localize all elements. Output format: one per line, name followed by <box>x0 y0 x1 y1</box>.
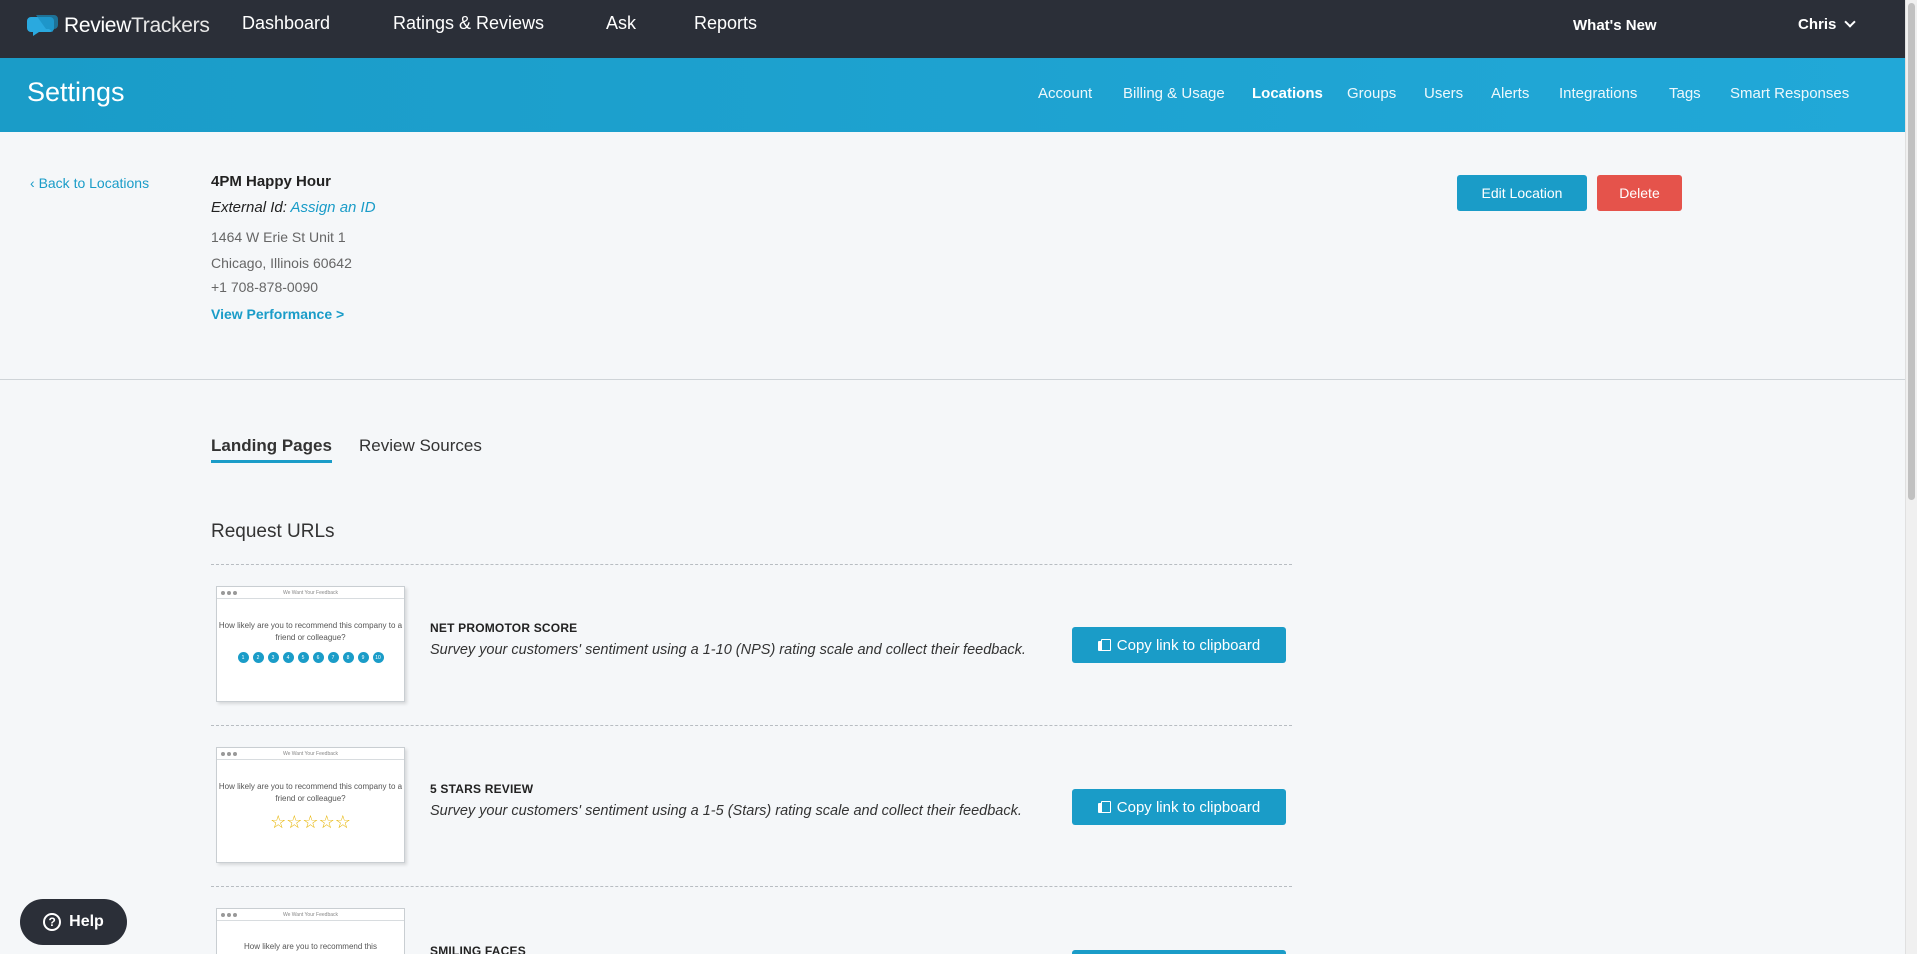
tab-users[interactable]: Users <box>1424 85 1463 102</box>
copy-link-button[interactable]: Copy link to clipboard <box>1072 789 1286 825</box>
tab-landing-pages[interactable]: Landing Pages <box>211 436 332 463</box>
thumb-window-bar: We Want Your Feedback <box>217 748 404 760</box>
copy-link-label: Copy link to clipboard <box>1116 798 1261 816</box>
copy-link-label: Copy link to clipboard <box>1116 636 1261 654</box>
phone-number: +1 708-878-0090 <box>211 279 319 295</box>
smiling-faces-preview-thumbnail: We Want Your Feedback How likely are you… <box>216 908 405 954</box>
assign-id-link[interactable]: Assign an ID <box>291 199 376 216</box>
scrollbar-thumb[interactable] <box>1908 3 1915 500</box>
tab-locations[interactable]: Locations <box>1252 85 1323 102</box>
scrollbar[interactable] <box>1905 0 1917 954</box>
card-description: Survey your customers' sentiment using a… <box>430 803 1022 819</box>
speech-bubble-logo-icon <box>27 15 58 36</box>
nps-preview-thumbnail: We Want Your Feedback How likely are you… <box>216 586 405 702</box>
tab-landing-pages-label: Landing Pages <box>211 436 332 455</box>
chevron-down-icon <box>1844 16 1857 28</box>
card-title: 5 STARS REVIEW <box>430 782 534 796</box>
top-navbar: ReviewTrackers Dashboard Ratings & Revie… <box>0 0 1905 58</box>
star-rating-icon: ☆☆☆☆☆ <box>270 812 351 832</box>
external-id: External Id: Assign an ID <box>211 199 376 216</box>
nps-scale: 1 2 3 4 5 6 7 8 9 10 <box>217 652 404 663</box>
reviewtrackers-logo[interactable]: ReviewTrackers <box>27 14 210 38</box>
whats-new-link[interactable]: What's New <box>1573 17 1657 34</box>
card-title: SMILING FACES <box>430 944 526 954</box>
logo-text: ReviewTrackers <box>64 14 210 37</box>
help-label: Help <box>69 913 104 930</box>
tab-smart-responses[interactable]: Smart Responses <box>1730 85 1849 102</box>
tab-tags[interactable]: Tags <box>1669 85 1701 102</box>
settings-header: Settings Account Billing & Usage Locatio… <box>0 58 1905 132</box>
tab-account[interactable]: Account <box>1038 85 1092 102</box>
nav-ask[interactable]: Ask <box>606 13 636 34</box>
thumb-question: How likely are you to recommend this com… <box>218 782 403 803</box>
delete-button[interactable]: Delete <box>1597 175 1682 211</box>
clipboard-icon <box>1097 638 1111 652</box>
stars-preview-thumbnail: We Want Your Feedback How likely are you… <box>216 747 405 863</box>
thumb-window-bar: We Want Your Feedback <box>217 587 404 599</box>
section-divider <box>0 379 1905 380</box>
tab-billing-usage[interactable]: Billing & Usage <box>1123 85 1225 102</box>
card-description: Survey your customers' sentiment using a… <box>430 642 1026 658</box>
user-menu[interactable]: Chris <box>1798 16 1857 33</box>
tab-integrations[interactable]: Integrations <box>1559 85 1637 102</box>
tab-alerts[interactable]: Alerts <box>1491 85 1529 102</box>
page-title: Settings <box>27 77 125 107</box>
clipboard-icon <box>1097 800 1111 814</box>
question-icon: ? <box>43 913 62 931</box>
nav-ratings-reviews[interactable]: Ratings & Reviews <box>393 13 544 34</box>
nav-dashboard[interactable]: Dashboard <box>242 13 330 34</box>
location-name: 4PM Happy Hour <box>211 173 332 190</box>
user-name: Chris <box>1798 16 1837 33</box>
view-performance-link[interactable]: View Performance > <box>211 306 344 322</box>
address-line2: Chicago, Illinois 60642 <box>211 255 352 271</box>
thumb-question: How likely are you to recommend this com… <box>218 621 403 642</box>
row-divider <box>211 564 1292 565</box>
card-title: NET PROMOTOR SCORE <box>430 621 578 635</box>
copy-link-button[interactable] <box>1072 950 1286 954</box>
help-button[interactable]: ? Help <box>20 899 127 945</box>
thumb-question: How likely are you to recommend this <box>244 942 377 951</box>
row-divider <box>211 886 1292 887</box>
address-line1: 1464 W Erie St Unit 1 <box>211 229 346 245</box>
nav-reports[interactable]: Reports <box>694 13 757 34</box>
thumb-title: We Want Your Feedback <box>282 911 339 918</box>
thumb-title: We Want Your Feedback <box>282 589 339 596</box>
external-id-label: External Id: <box>211 199 287 216</box>
edit-location-button[interactable]: Edit Location <box>1457 175 1587 211</box>
back-link-label: Back to Locations <box>38 175 150 191</box>
thumb-title: We Want Your Feedback <box>282 750 339 757</box>
section-title: Request URLs <box>211 521 335 542</box>
thumb-window-bar: We Want Your Feedback <box>217 909 404 921</box>
tab-review-sources-label: Review Sources <box>359 436 482 455</box>
back-to-locations-link[interactable]: ‹ Back to Locations <box>30 175 149 191</box>
row-divider <box>211 725 1292 726</box>
copy-link-button[interactable]: Copy link to clipboard <box>1072 627 1286 663</box>
tab-groups[interactable]: Groups <box>1347 85 1396 102</box>
tab-review-sources[interactable]: Review Sources <box>359 436 482 460</box>
